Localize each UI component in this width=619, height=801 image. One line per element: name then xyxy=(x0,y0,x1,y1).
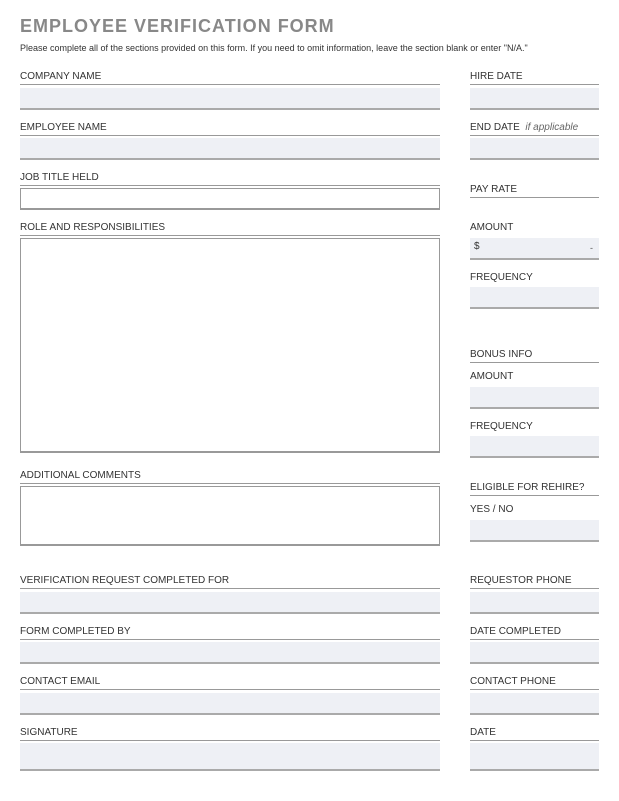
eligible-rehire-section: ELIGIBLE FOR REHIRE? xyxy=(470,482,599,496)
requestor-phone-input[interactable] xyxy=(470,592,599,614)
contact-email-label: CONTACT EMAIL xyxy=(20,676,440,690)
form-title: EMPLOYEE VERIFICATION FORM xyxy=(20,16,599,37)
currency-symbol: $ xyxy=(474,241,480,252)
yes-no-input[interactable] xyxy=(470,520,599,542)
end-date-input[interactable] xyxy=(470,138,599,160)
bonus-frequency-label: FREQUENCY xyxy=(470,421,599,434)
contact-phone-label: CONTACT PHONE xyxy=(470,676,599,690)
form-completed-by-label: FORM COMPLETED BY xyxy=(20,626,440,640)
pay-rate-section: PAY RATE xyxy=(470,184,599,198)
verification-request-input[interactable] xyxy=(20,592,440,614)
pay-frequency-label: FREQUENCY xyxy=(470,272,599,285)
contact-phone-input[interactable] xyxy=(470,693,599,715)
pay-amount-label: AMOUNT xyxy=(470,222,599,235)
date-input[interactable] xyxy=(470,743,599,771)
bonus-info-section: BONUS INFO xyxy=(470,349,599,363)
role-resp-input[interactable] xyxy=(20,238,440,453)
pay-amount-input[interactable] xyxy=(470,238,599,260)
employee-name-input[interactable] xyxy=(20,138,440,160)
employee-name-label: EMPLOYEE NAME xyxy=(20,122,440,136)
bonus-amount-input[interactable] xyxy=(470,387,599,409)
end-date-label: END DATE if applicable xyxy=(470,122,599,136)
hire-date-label: HIRE DATE xyxy=(470,71,599,85)
bonus-amount-label: AMOUNT xyxy=(470,371,599,384)
additional-comments-label: ADDITIONAL COMMENTS xyxy=(20,470,440,484)
form-subtitle: Please complete all of the sections prov… xyxy=(20,43,599,53)
yes-no-label: YES / NO xyxy=(470,504,599,517)
additional-comments-input[interactable] xyxy=(20,486,440,546)
form-completed-by-input[interactable] xyxy=(20,642,440,664)
signature-input[interactable] xyxy=(20,743,440,771)
role-resp-label: ROLE AND RESPONSIBILITIES xyxy=(20,222,440,236)
job-title-input[interactable] xyxy=(20,188,440,210)
pay-frequency-input[interactable] xyxy=(470,287,599,309)
hire-date-input[interactable] xyxy=(470,88,599,110)
verification-request-label: VERIFICATION REQUEST COMPLETED FOR xyxy=(20,575,440,589)
date-completed-label: DATE COMPLETED xyxy=(470,626,599,640)
signature-label: SIGNATURE xyxy=(20,727,440,741)
contact-email-input[interactable] xyxy=(20,693,440,715)
date-completed-input[interactable] xyxy=(470,642,599,664)
company-name-input[interactable] xyxy=(20,88,440,110)
date-label: DATE xyxy=(470,727,599,741)
bonus-frequency-input[interactable] xyxy=(470,436,599,458)
company-name-label: COMPANY NAME xyxy=(20,71,440,85)
requestor-phone-label: REQUESTOR PHONE xyxy=(470,575,599,589)
job-title-label: JOB TITLE HELD xyxy=(20,172,440,186)
amount-suffix: - xyxy=(590,243,593,253)
